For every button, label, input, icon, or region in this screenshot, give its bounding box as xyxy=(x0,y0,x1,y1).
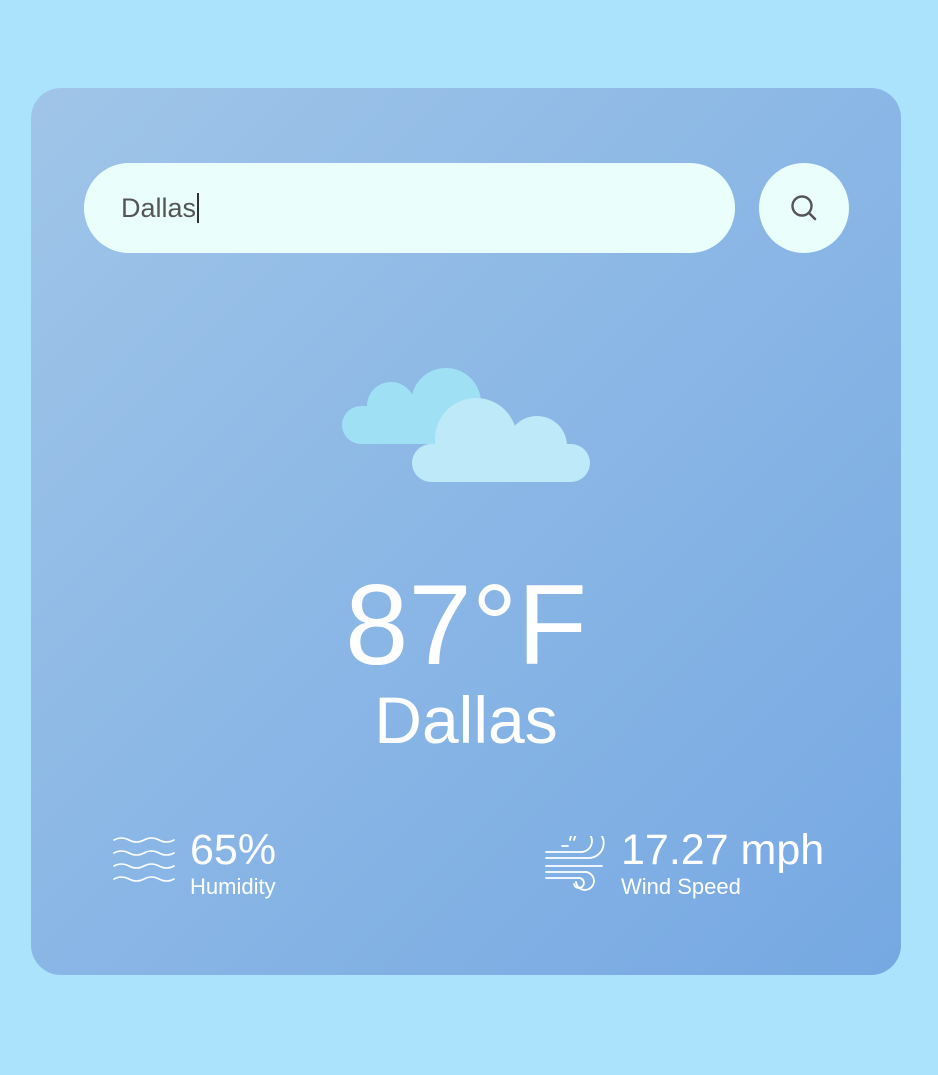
search-button[interactable] xyxy=(759,163,849,253)
search-input[interactable]: Dallas xyxy=(84,163,735,253)
search-input-value: Dallas xyxy=(121,192,197,223)
text-caret xyxy=(197,193,200,223)
wind-value: 17.27 mph xyxy=(621,826,825,874)
humidity-waves-icon xyxy=(113,837,175,882)
humidity-value: 65% xyxy=(190,826,277,874)
humidity-stat: 65% Humidity xyxy=(113,826,276,900)
search-icon xyxy=(791,195,817,221)
wind-stat: 17.27 mph Wind Speed xyxy=(544,826,824,900)
wind-label: Wind Speed xyxy=(621,874,741,899)
temperature: 87°F xyxy=(344,562,588,689)
weather-card: Dallas 87°F Dallas 65% Humidity 17.27 mp… xyxy=(31,88,901,975)
humidity-label: Humidity xyxy=(190,874,276,899)
clouds-icon xyxy=(342,368,590,482)
wind-icon xyxy=(545,836,605,891)
city-name: Dallas xyxy=(374,683,558,757)
